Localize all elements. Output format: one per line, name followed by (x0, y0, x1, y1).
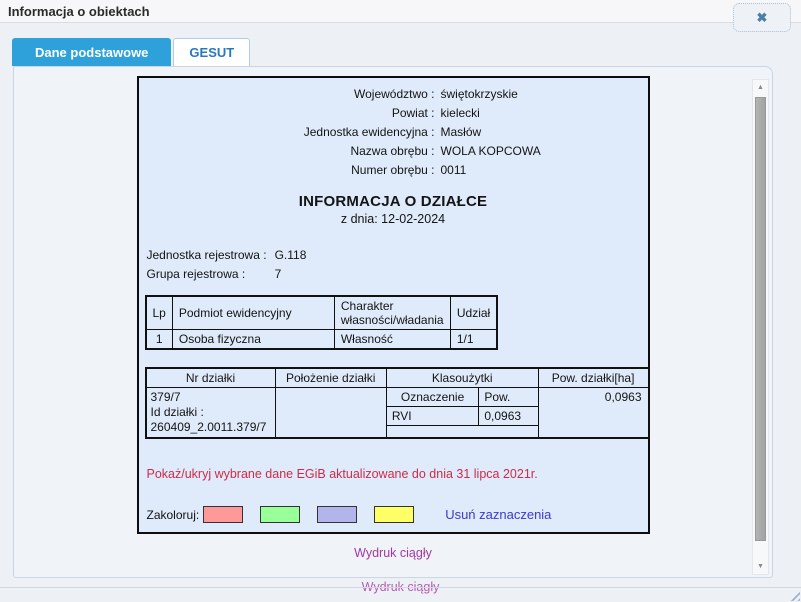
admin-header: Województwo : świętokrzyskie Powiat : ki… (144, 85, 643, 180)
field-label: Numer obrębu : (351, 163, 435, 177)
color-swatch-red[interactable] (203, 506, 244, 523)
subtable-header-row: Oznaczenie Pow. (386, 388, 538, 407)
color-swatch-yellow[interactable] (374, 506, 415, 523)
column-header: Pow. działki[ha] (537, 367, 650, 388)
register-fields: Jednostka rejestrowa : G.118 Grupa rejes… (147, 248, 643, 282)
column-header: Charakter własności/władania (333, 295, 451, 330)
column-header: Pow. (478, 388, 538, 407)
tab-content-panel: Województwo : świętokrzyskie Powiat : ki… (13, 66, 773, 578)
field-label: Jednostka rejestrowa : (146, 248, 267, 262)
parcel-table: Nr działki Położenie działki Klasoużytki… (144, 367, 650, 439)
field-value: 0011 (440, 163, 467, 177)
field-label: Jednostka ewidencyjna : (303, 125, 435, 139)
subtable-row: RVI 0,0963 (386, 406, 538, 426)
column-header: Podmiot ewidencyjny (171, 295, 335, 330)
parcel-number: 379/7 (150, 390, 181, 404)
cell-udzial: 1/1 (449, 329, 498, 350)
vertical-scrollbar[interactable]: ▲ ▼ (752, 79, 769, 575)
continuous-print-link[interactable]: Wydruk ciągły (14, 546, 772, 560)
cell-parcel-number: 379/7 Id działki : 260409_2.0011.379/7 (145, 387, 276, 439)
parcel-id-label: Id działki : (150, 405, 204, 419)
scrollbar-thumb[interactable] (755, 97, 766, 541)
field-value: Masłów (440, 125, 482, 139)
clear-selection-link[interactable]: Usuń zaznaczenia (445, 507, 551, 522)
table-row: 379/7 Id działki : 260409_2.0011.379/7 O… (145, 387, 650, 439)
scroll-up-arrow-icon[interactable]: ▲ (753, 80, 768, 94)
field-value: świętokrzyskie (440, 87, 518, 101)
colorize-label: Zakoloruj: (146, 507, 200, 522)
cell-lp: 1 (145, 329, 173, 350)
column-header: Klasoużytki (385, 367, 539, 388)
field-label: Nazwa obrębu : (350, 144, 435, 158)
field-value: WOLA KOPCOWA (440, 144, 541, 158)
field-value: 7 (274, 267, 282, 281)
column-header: Położenie działki (274, 367, 387, 388)
field-label: Grupa rejestrowa : (146, 267, 246, 281)
close-button[interactable]: ✖ (733, 3, 791, 32)
field-value: G.118 (274, 248, 307, 262)
scroll-down-arrow-icon[interactable]: ▼ (753, 559, 768, 573)
table-header-row: Lp Podmiot ewidencyjny Charakter własnoś… (145, 295, 498, 330)
tab-dane-podstawowe[interactable]: Dane podstawowe (12, 38, 172, 66)
table-header-row: Nr działki Położenie działki Klasoużytki… (145, 367, 650, 388)
colorize-row: Zakoloruj: Usuń zaznaczenia (147, 506, 643, 523)
color-swatch-green[interactable] (260, 506, 301, 523)
document-title: INFORMACJA O DZIAŁCE (298, 193, 488, 210)
owners-table: Lp Podmiot ewidencyjny Charakter własnoś… (144, 295, 499, 350)
field-value: kielecki (440, 106, 480, 120)
cell-landuse: Oznaczenie Pow. RVI 0,0963 (385, 387, 539, 439)
field-label: Powiat : (391, 106, 435, 120)
table-row: 1 Osoba fizyczna Własność 1/1 (145, 329, 498, 350)
field-label: Województwo : (354, 87, 435, 101)
tab-label: GESUT (189, 45, 235, 60)
column-header: Oznaczenie (386, 388, 480, 407)
close-icon: ✖ (756, 10, 768, 25)
cell-location (274, 387, 387, 439)
column-header: Udział (449, 295, 498, 330)
landuse-subtable: Oznaczenie Pow. RVI 0,0963 (386, 388, 538, 426)
parcel-id: 260409_2.0011.379/7 (150, 420, 267, 434)
document-date: z dnia: 12-02-2024 (340, 212, 446, 226)
egib-toggle-link[interactable]: Pokaż/ukryj wybrane dane EGiB aktualizow… (147, 467, 643, 481)
parcel-info-document: Województwo : świętokrzyskie Powiat : ki… (136, 76, 650, 534)
dialog-title: Informacja o obiektach (8, 4, 150, 19)
bottom-divider (0, 587, 801, 588)
column-header: Lp (145, 295, 173, 330)
tab-bar: Dane podstawowe GESUT (12, 38, 251, 66)
color-swatch-purple[interactable] (317, 506, 358, 523)
dialog-titlebar: Informacja o obiektach (0, 0, 801, 23)
cell-pow: 0,0963 (478, 406, 538, 426)
cell-oznaczenie: RVI (386, 406, 480, 426)
cell-area: 0,0963 (537, 387, 650, 439)
column-header: Nr działki (145, 367, 276, 388)
tab-label: Dane podstawowe (35, 45, 149, 60)
tab-gesut[interactable]: GESUT (173, 38, 251, 66)
cell-podmiot: Osoba fizyczna (171, 329, 335, 350)
cell-charakter: Własność (333, 329, 451, 350)
